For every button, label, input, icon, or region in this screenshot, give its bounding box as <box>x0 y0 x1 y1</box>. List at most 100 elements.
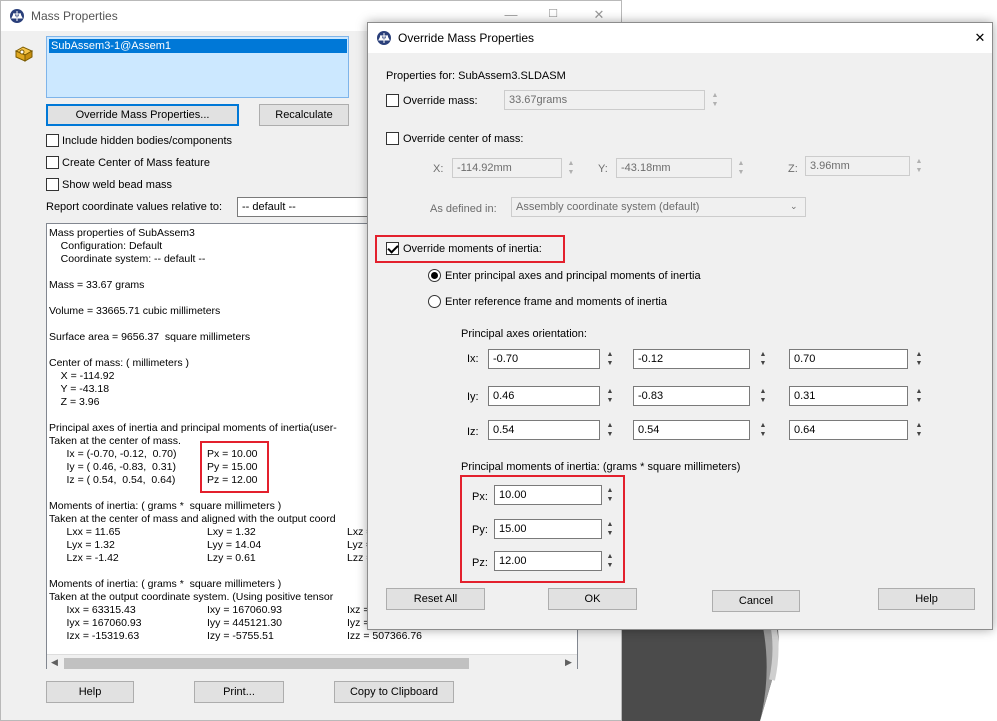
principal-moments-highlight <box>200 441 269 493</box>
scroll-thumb[interactable] <box>64 658 469 669</box>
pz-label: Pz: <box>472 557 488 569</box>
radio-principal-axes[interactable] <box>428 269 441 282</box>
dialog-help-button[interactable]: Help <box>878 588 975 610</box>
spin-arrows-icon[interactable]: ▲ ▼ <box>914 157 924 177</box>
spin-arrows-icon[interactable]: ▲ ▼ <box>914 350 924 370</box>
override-mass-field[interactable]: 33.67grams <box>504 90 705 110</box>
spin-arrows-icon[interactable]: ▲ ▼ <box>710 91 720 111</box>
results-line: Taken at the center of mass and aligned … <box>49 513 336 525</box>
component-icon <box>14 46 34 62</box>
lyy-value: Lyy = 14.04 <box>207 539 262 551</box>
pz-field[interactable]: 12.00 <box>494 551 602 571</box>
results-line: Moments of inertia: ( grams * square mil… <box>49 500 282 512</box>
results-line: Coordinate system: -- default -- <box>49 253 206 265</box>
results-line: Center of mass: ( millimeters ) <box>49 357 190 369</box>
ix-b-field[interactable]: -0.12 <box>633 349 750 369</box>
selection-list[interactable]: SubAssem3-1@Assem1 <box>46 36 349 98</box>
py-label: Py: <box>472 524 488 536</box>
iy-c-field[interactable]: 0.31 <box>789 386 908 406</box>
center-y-field[interactable]: -43.18mm <box>616 158 732 178</box>
x-label: X: <box>433 163 444 175</box>
reset-all-button[interactable]: Reset All <box>386 588 485 610</box>
scroll-right-icon[interactable]: ▶ <box>565 657 572 668</box>
y-label: Y: <box>598 163 608 175</box>
axes-heading: Principal axes orientation: <box>461 328 587 340</box>
override-moments-checkbox[interactable] <box>386 242 399 255</box>
spin-arrows-icon[interactable]: ▲ ▼ <box>566 159 576 179</box>
minimize-icon[interactable]: — <box>496 7 526 22</box>
weld-bead-label: Show weld bead mass <box>62 179 173 191</box>
results-line: Lyx = 1.32 <box>49 539 115 551</box>
spin-arrows-icon[interactable]: ▲ ▼ <box>605 350 615 370</box>
results-line: Iz = ( 0.54, 0.54, 0.64) <box>49 474 176 486</box>
include-hidden-label: Include hidden bodies/components <box>62 135 233 147</box>
ok-button[interactable]: OK <box>548 588 637 610</box>
spin-arrows-icon[interactable]: ▲ ▼ <box>605 520 615 540</box>
spin-arrows-icon[interactable]: ▲ ▼ <box>914 421 924 441</box>
spin-arrows-icon[interactable]: ▲ ▼ <box>736 159 746 179</box>
px-label: Px: <box>472 491 488 503</box>
results-line: Mass = 33.67 grams <box>49 279 145 291</box>
results-line: Izx = -15319.63 <box>49 630 140 642</box>
spin-arrows-icon[interactable]: ▲ ▼ <box>605 387 615 407</box>
results-line: Lxx = 11.65 <box>49 526 121 538</box>
override-center-checkbox[interactable] <box>386 132 399 145</box>
scroll-left-icon[interactable]: ◀ <box>51 657 58 668</box>
iy-a-field[interactable]: 0.46 <box>488 386 600 406</box>
center-x-field[interactable]: -114.92mm <box>452 158 562 178</box>
include-hidden-checkbox[interactable] <box>46 134 59 147</box>
radio-reference-label: Enter reference frame and moments of ine… <box>445 296 667 308</box>
iz-a-field[interactable]: 0.54 <box>488 420 600 440</box>
results-line: Volume = 33665.71 cubic millimeters <box>49 305 221 317</box>
close-icon[interactable]: ✕ <box>965 30 995 46</box>
report-coords-select[interactable]: -- default -- <box>237 197 369 217</box>
override-mass-properties-dialog: Override Mass Properties ✕ Properties fo… <box>367 22 993 630</box>
results-line: X = -114.92 <box>49 370 115 382</box>
results-line: Ixx = 63315.43 <box>49 604 136 616</box>
px-field[interactable]: 10.00 <box>494 485 602 505</box>
copy-to-clipboard-button[interactable]: Copy to Clipboard <box>334 681 454 703</box>
py-field[interactable]: 15.00 <box>494 519 602 539</box>
spin-arrows-icon[interactable]: ▲ ▼ <box>605 421 615 441</box>
override-center-label: Override center of mass: <box>403 133 524 145</box>
results-line: Mass properties of SubAssem3 <box>49 227 195 239</box>
defined-in-select[interactable]: Assembly coordinate system (default) <box>511 197 806 217</box>
spin-arrows-icon[interactable]: ▲ ▼ <box>758 350 768 370</box>
dropdown-arrow-icon: ⌄ <box>790 201 798 211</box>
cancel-button[interactable]: Cancel <box>712 590 800 612</box>
ix-label: Ix: <box>467 353 479 365</box>
ix-c-field[interactable]: 0.70 <box>789 349 908 369</box>
weld-bead-checkbox[interactable] <box>46 178 59 191</box>
results-line: Principal axes of inertia and principal … <box>49 422 337 434</box>
radio-reference-frame[interactable] <box>428 295 441 308</box>
spin-arrows-icon[interactable]: ▲ ▼ <box>914 387 924 407</box>
spin-arrows-icon[interactable]: ▲ ▼ <box>605 552 615 572</box>
scale-icon <box>10 9 24 23</box>
print-button[interactable]: Print... <box>194 681 284 703</box>
override-mass-properties-button[interactable]: Override Mass Properties... <box>46 104 239 126</box>
center-z-field[interactable]: 3.96mm <box>805 156 910 176</box>
help-button[interactable]: Help <box>46 681 134 703</box>
ix-a-field[interactable]: -0.70 <box>488 349 600 369</box>
spin-arrows-icon[interactable]: ▲ ▼ <box>605 486 615 506</box>
iz-c-field[interactable]: 0.64 <box>789 420 908 440</box>
horizontal-scrollbar[interactable]: ◀ ▶ <box>47 654 577 671</box>
maximize-icon[interactable]: ☐ <box>538 7 568 20</box>
override-mass-label: Override mass: <box>403 95 478 107</box>
spin-arrows-icon[interactable]: ▲ ▼ <box>758 387 768 407</box>
override-mass-checkbox[interactable] <box>386 94 399 107</box>
iy-label: Iy: <box>467 391 479 403</box>
close-icon[interactable]: ✕ <box>584 7 614 23</box>
iz-b-field[interactable]: 0.54 <box>633 420 750 440</box>
iz-label: Iz: <box>467 426 479 438</box>
create-center-checkbox[interactable] <box>46 156 59 169</box>
selection-item[interactable]: SubAssem3-1@Assem1 <box>49 39 347 53</box>
dialog-titlebar: Override Mass Properties ✕ <box>368 23 992 53</box>
izy-value: Izy = -5755.51 <box>207 630 274 642</box>
ixy-value: Ixy = 167060.93 <box>207 604 283 616</box>
recalculate-button[interactable]: Recalculate <box>259 104 349 126</box>
radio-principal-label: Enter principal axes and principal momen… <box>445 270 701 282</box>
spin-arrows-icon[interactable]: ▲ ▼ <box>758 421 768 441</box>
results-line: Taken at the center of mass. <box>49 435 181 447</box>
iy-b-field[interactable]: -0.83 <box>633 386 750 406</box>
